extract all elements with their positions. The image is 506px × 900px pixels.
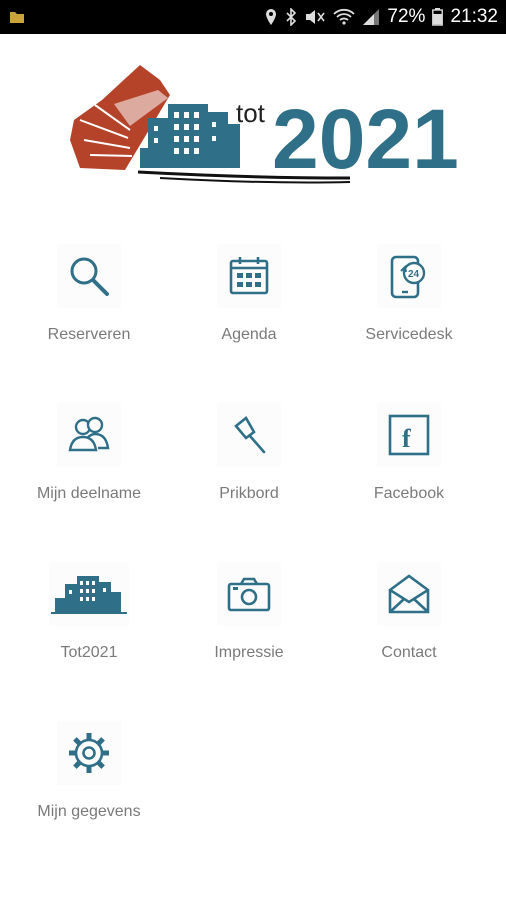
menu-item-agenda[interactable]: Agenda [174,244,324,364]
battery-icon [432,8,444,26]
envelope-icon [377,562,441,626]
logo-text-small: tot [236,98,266,128]
location-icon [264,8,278,26]
menu-item-label: Prikbord [219,485,279,502]
menu-item-prikbord[interactable]: Prikbord [174,403,324,523]
menu-item-facebook[interactable]: f Facebook [334,403,484,523]
camera-icon [217,562,281,626]
search-icon [57,244,121,308]
notification-folder-icon [8,8,26,26]
menu-item-label: Servicedesk [365,326,453,343]
servicedesk-24-icon: 24 [377,244,441,308]
facebook-icon: f [377,403,441,467]
clock: 21:32 [450,6,498,27]
menu-item-impressie[interactable]: Impressie [174,562,324,682]
svg-text:f: f [402,424,411,453]
battery-percentage: 72% [387,6,426,27]
logo-text-large: 2021 [272,92,459,186]
menu-item-label: Reserveren [47,326,131,343]
wifi-icon [333,8,356,26]
menu-item-label: Facebook [373,485,445,502]
users-icon [57,403,121,467]
menu-item-servicedesk[interactable]: 24 Servicedesk [334,244,484,364]
menu-item-mijn-gegevens[interactable]: Mijn gegevens [14,721,164,841]
signal-icon [362,8,380,26]
menu-item-label: Impressie [214,644,284,661]
menu-item-label: Agenda [221,326,277,343]
gear-icon [57,721,121,785]
menu-item-tot2021[interactable]: Tot2021 [14,562,164,682]
menu-item-contact[interactable]: Contact [334,562,484,682]
menu-item-label: Mijn deelname [36,485,142,502]
mute-icon [304,8,326,26]
menu-item-mijn-deelname[interactable]: Mijn deelname [14,403,164,523]
menu-item-label: Tot2021 [60,644,118,661]
menu-item-label: Mijn gegevens [37,803,141,820]
menu-item-label: Contact [381,644,437,661]
menu-item-reserveren[interactable]: Reserveren [14,244,164,364]
svg-text:24: 24 [408,269,420,280]
building-icon [49,562,129,626]
tot2021-logo: tot 2021 [50,60,460,190]
pushpin-icon [217,403,281,467]
bluetooth-icon [285,8,297,26]
calendar-icon [217,244,281,308]
status-bar: 72% 21:32 [0,0,506,34]
